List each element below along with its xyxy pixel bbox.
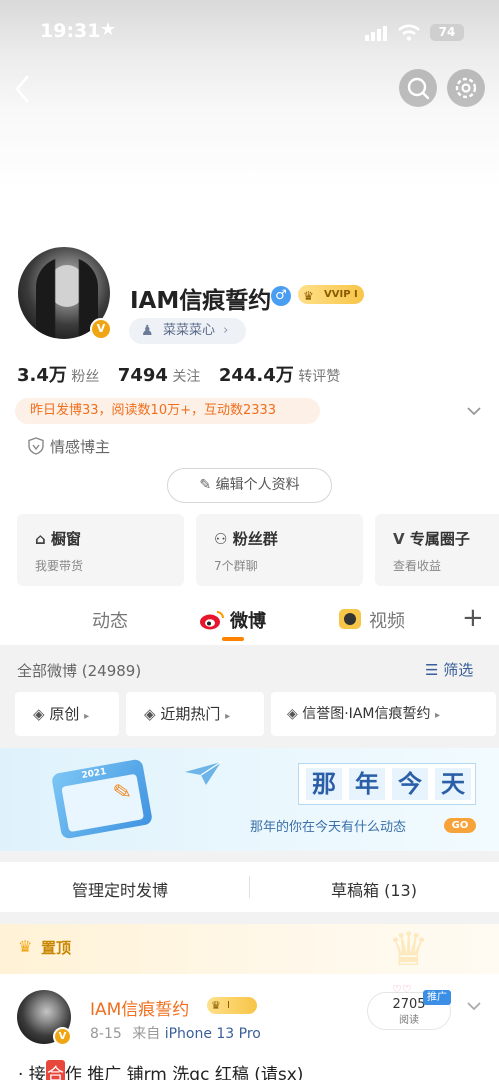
fan-group-pill[interactable]: ♟ 菜菜菜心 › (129, 318, 246, 344)
card-fan-groups[interactable]: ⚇ 粉丝群 7个群聊 (196, 514, 363, 586)
weibo-logo-icon (199, 609, 225, 635)
highlight-char: 合 (45, 1060, 65, 1080)
settings-button[interactable] (447, 69, 485, 107)
tab-weibo[interactable]: 微博 (230, 607, 266, 633)
tab-active-indicator (222, 637, 244, 641)
stat-fans[interactable]: 3.4万 粉丝 (17, 365, 99, 386)
stat-likes[interactable]: 244.4万 转评赞 (219, 365, 340, 386)
scheduled-posts-button[interactable]: 管理定时发博 (72, 877, 168, 901)
post-meta: 8-15 来自 iPhone 13 Pro (90, 1026, 261, 1042)
promo-badge: 推广 (423, 990, 451, 1005)
post-author-name[interactable]: IAM信痕誓约 (90, 995, 189, 1020)
caret-right-icon: ▸ (225, 711, 231, 722)
layers-icon: ◈ (287, 706, 298, 722)
filter-recent-hot[interactable]: ◈ 近期热门 ▸ (126, 692, 264, 736)
crown-icon: ♛ (303, 289, 314, 303)
battery-indicator: 74 (430, 24, 464, 41)
shield-icon (28, 437, 44, 455)
calendar-illustration-icon: 2021 ✎ (50, 758, 154, 840)
feed-count: 全部微博 (24989) (17, 662, 142, 680)
back-button[interactable] (14, 75, 30, 107)
verified-badge-icon: V (90, 318, 112, 340)
post-more-chevron-icon[interactable] (466, 997, 482, 1016)
pinned-post[interactable]: ♛ 置顶 ♛ V IAM信痕誓约 ♛ I 8-15 来自 iPhone 13 Pr… (0, 924, 499, 1080)
chevron-right-icon: › (223, 323, 229, 338)
video-icon (339, 609, 361, 629)
heart-decoration-icon: ♡♡ (392, 983, 412, 996)
vvip-badge[interactable]: ♛ VVIP I (298, 285, 364, 304)
banner-subtitle: 那年的你在今天有什么动态 (250, 820, 407, 835)
banner-char-1: 那 (306, 768, 342, 800)
profile-stats: 3.4万 粉丝 7494 关注 244.4万 转评赞 (17, 361, 340, 387)
manage-row: 管理定时发博 草稿箱 (13) (0, 862, 499, 912)
manage-divider (249, 876, 250, 898)
search-button[interactable] (399, 69, 437, 107)
post-text: · 接合作 推广 铺rm 洗gc 红稿 (请sx) (18, 1060, 303, 1080)
tab-dynamic[interactable]: 动态 (92, 607, 128, 633)
caret-right-icon: ▸ (434, 710, 440, 721)
edit-profile-button[interactable]: ✎ 编辑个人资料 (167, 468, 332, 503)
pinned-crown-icon: ♛ (18, 937, 33, 956)
profile-name: IAM信痕誓约 (130, 288, 272, 314)
layers-icon: ◈ (144, 705, 156, 723)
status-bar: 19:31 ★ 74 (0, 18, 499, 48)
chevron-left-icon (15, 75, 29, 103)
star-icon: ★ (100, 19, 117, 40)
pencil-icon: ✎ (199, 477, 212, 493)
male-gender-icon: ♂ (271, 286, 291, 306)
blogger-tag[interactable]: 情感博主 (28, 436, 110, 457)
banner-char-4: 天 (435, 768, 471, 800)
card-exclusive-circle[interactable]: V 专属圈子 查看收益 (375, 514, 499, 586)
filter-lines-icon: ☰ (425, 661, 439, 679)
pinned-label: 置顶 (41, 939, 72, 957)
paper-plane-icon (184, 760, 222, 790)
gear-icon (455, 77, 477, 99)
shop-bag-icon: ⌂ (35, 530, 46, 548)
banner-char-2: 年 (349, 768, 385, 800)
expand-chevron-icon[interactable] (466, 402, 482, 421)
pinned-header: ♛ 置顶 ♛ (0, 924, 499, 974)
v-heart-icon: V (393, 530, 405, 548)
add-tab-plus-icon[interactable]: + (462, 603, 484, 633)
activity-summary[interactable]: 昨日发博33，阅读数10万+，互动数2333 (15, 398, 320, 424)
filter-button[interactable]: ☰ 筛选 (425, 659, 473, 680)
post-vip-badge: ♛ I (207, 997, 257, 1014)
crown-watermark-icon: ♛ (388, 922, 430, 976)
tab-video[interactable]: 视频 (369, 607, 405, 633)
post-verified-badge-icon: V (53, 1027, 72, 1046)
stat-following[interactable]: 7494 关注 (118, 365, 201, 386)
filter-original[interactable]: ◈ 原创 ▸ (15, 692, 119, 736)
signal-icon (365, 25, 389, 45)
search-icon (407, 77, 430, 100)
drafts-button[interactable]: 草稿箱 (13) (331, 877, 417, 901)
filter-credit-chart[interactable]: ◈ 信誉图·IAM信痕誓约 ▸ (271, 692, 496, 736)
layers-icon: ◈ (33, 705, 45, 723)
status-time: 19:31 (40, 20, 101, 42)
that-year-today-banner[interactable]: 2021 ✎ 那 年 今 天 那年的你在今天有什么动态 GO (0, 748, 499, 851)
banner-go-button[interactable]: GO (444, 818, 476, 833)
wifi-icon (398, 24, 420, 45)
profile-screen: 19:31 ★ 74 V IAM信痕誓约 ♂ ♛ VVIP I ♟ 菜菜菜心 › (0, 0, 499, 1080)
card-showcase[interactable]: ⌂ 橱窗 我要带货 (17, 514, 184, 586)
fan-figure-icon: ♟ (141, 323, 154, 339)
caret-right-icon: ▸ (84, 711, 90, 722)
banner-char-3: 今 (392, 768, 428, 800)
group-people-icon: ⚇ (214, 530, 228, 548)
